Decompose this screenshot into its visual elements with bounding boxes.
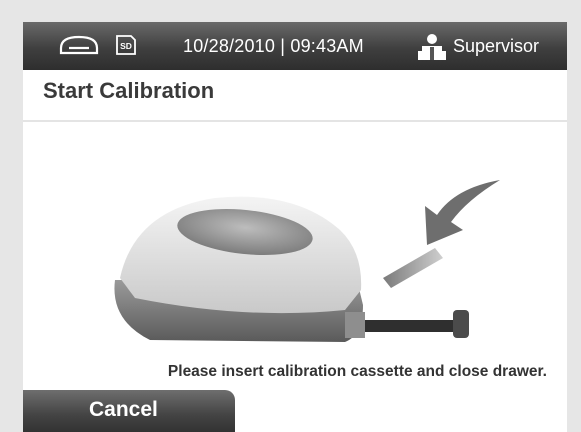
title-divider	[23, 120, 567, 122]
cancel-button-label: Cancel	[89, 398, 158, 421]
status-bar: SD 10/28/2010 | 09:43AM Supervisor	[23, 22, 567, 70]
device-illustration	[114, 180, 500, 342]
sd-card-icon: SD	[116, 35, 136, 55]
user-icon	[418, 34, 446, 60]
sd-card-label: SD	[120, 41, 132, 51]
page-title: Start Calibration	[43, 78, 215, 103]
user-role: Supervisor	[453, 36, 540, 56]
datetime-display: 10/28/2010 | 09:43AM	[183, 36, 364, 56]
instruction-text: Please insert calibration cassette and c…	[167, 363, 547, 380]
screen-frame: SD 10/28/2010 | 09:43AM Supervisor Start…	[23, 22, 567, 432]
cancel-button[interactable]: Cancel	[23, 390, 235, 432]
drive-icon	[59, 35, 99, 55]
